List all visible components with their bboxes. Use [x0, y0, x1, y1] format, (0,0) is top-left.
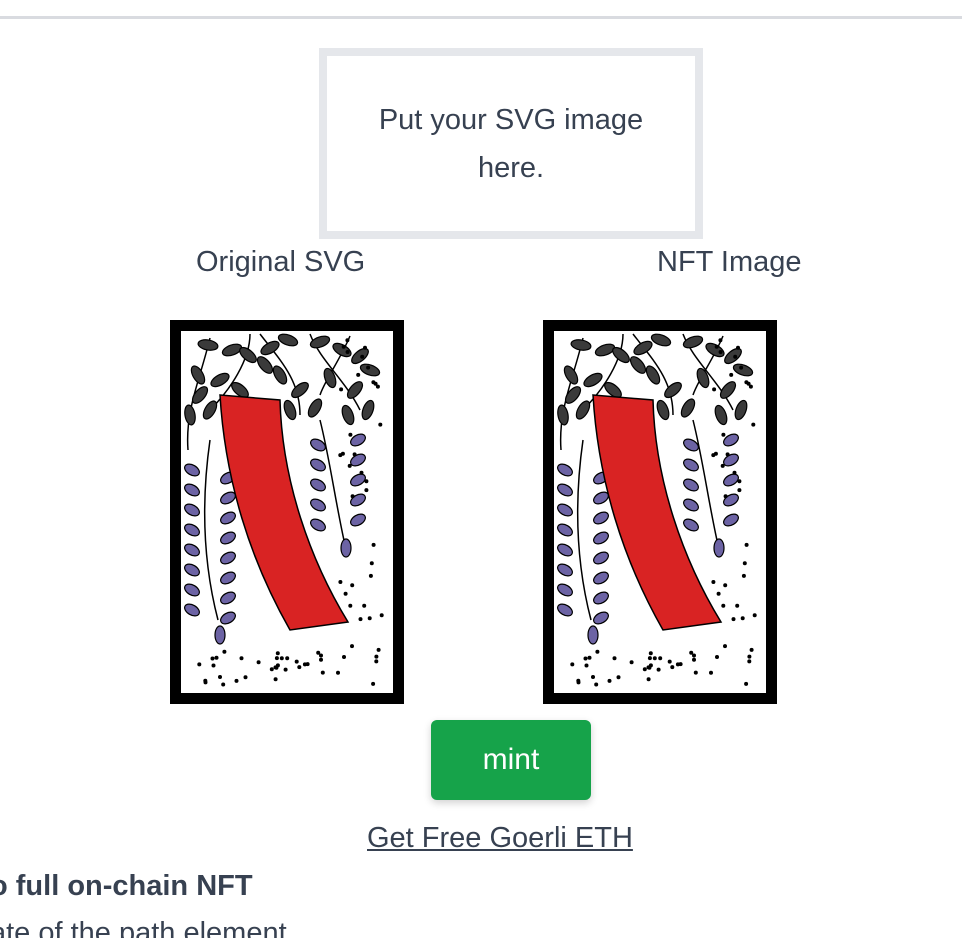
original-svg-preview — [170, 320, 404, 704]
svg-dropzone[interactable]: Put your SVG image here. — [319, 48, 703, 239]
nft-image-preview — [543, 320, 777, 704]
goerli-faucet-link[interactable]: Get Free Goerli ETH — [367, 822, 633, 855]
section-heading: o full on-chain NFT — [0, 870, 253, 902]
page: Put your SVG image here. Original SVG NF… — [0, 0, 962, 938]
nft-image-label: NFT Image — [657, 246, 802, 278]
mint-button[interactable]: mint — [431, 720, 591, 800]
header-divider — [0, 16, 962, 19]
card-artwork — [543, 320, 777, 704]
section-text: ate of the path element — [0, 917, 287, 938]
dropzone-text: Put your SVG image here. — [378, 103, 644, 184]
original-svg-label: Original SVG — [196, 246, 366, 278]
card-artwork — [170, 320, 404, 704]
